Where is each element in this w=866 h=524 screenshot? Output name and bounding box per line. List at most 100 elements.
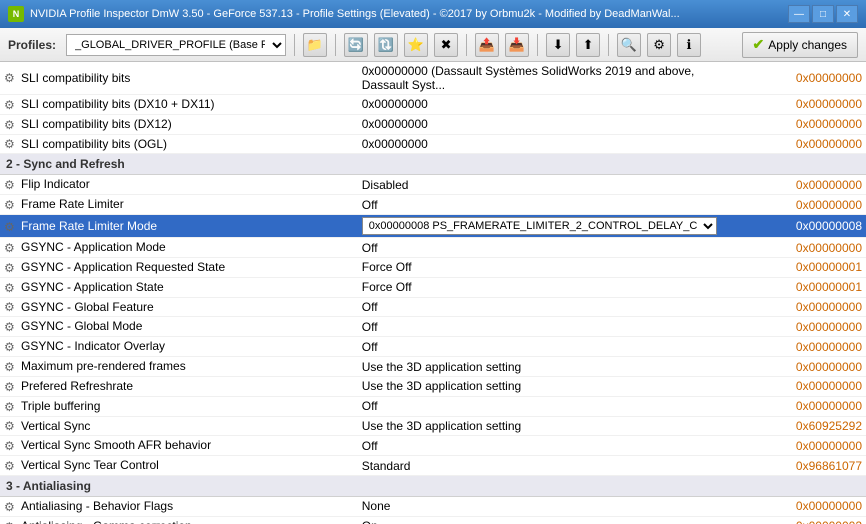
setting-hex-value: 0x00000000 — [740, 376, 866, 396]
setting-hex-value: 0x00000002 — [740, 516, 866, 524]
settings-scroll-area[interactable]: ⚙SLI compatibility bits0x00000000 (Dassa… — [0, 62, 866, 524]
setting-hex-value: 0x00000000 — [740, 195, 866, 215]
setting-hex-value: 0x00000000 — [740, 95, 866, 115]
gear-icon: ⚙ — [4, 300, 18, 314]
setting-name-cell: ⚙GSYNC - Global Mode — [0, 317, 358, 337]
window-title: NVIDIA Profile Inspector DmW 3.50 - GeFo… — [30, 8, 680, 20]
setting-value-cell: Off — [358, 297, 740, 317]
sync-button[interactable]: 🔃 — [374, 33, 398, 57]
setting-name: SLI compatibility bits (OGL) — [21, 137, 167, 151]
maximize-button[interactable]: □ — [812, 5, 834, 23]
setting-value-cell[interactable]: 0x00000008 PS_FRAMERATE_LIMITER_2_CONTRO… — [358, 215, 740, 238]
setting-name-cell: ⚙Prefered Refreshrate — [0, 376, 358, 396]
setting-name: SLI compatibility bits — [21, 71, 130, 85]
export-button[interactable]: 📤 — [475, 33, 499, 57]
setting-hex-value: 0x00000000 — [740, 497, 866, 517]
setting-name-cell: ⚙GSYNC - Application State — [0, 277, 358, 297]
gear-icon: ⚙ — [4, 500, 18, 514]
setting-hex-value: 0x00000000 — [740, 357, 866, 377]
setting-name: Maximum pre-rendered frames — [21, 359, 186, 373]
setting-name: Frame Rate Limiter Mode — [21, 219, 157, 233]
refresh-button[interactable]: 🔄 — [344, 33, 368, 57]
table-row[interactable]: ⚙Prefered RefreshrateUse the 3D applicat… — [0, 376, 866, 396]
window-controls: — □ ✕ — [788, 5, 858, 23]
table-row[interactable]: ⚙SLI compatibility bits (DX12)0x00000000… — [0, 114, 866, 134]
table-row[interactable]: ⚙GSYNC - Global ModeOff0x00000000 — [0, 317, 866, 337]
setting-name-cell: ⚙SLI compatibility bits (OGL) — [0, 134, 358, 154]
setting-name-cell: ⚙Antialiasing - Behavior Flags — [0, 497, 358, 517]
toolbar: Profiles: _GLOBAL_DRIVER_PROFILE (Base P… — [0, 28, 866, 62]
setting-name: Prefered Refreshrate — [21, 379, 133, 393]
table-row[interactable]: ⚙Vertical SyncUse the 3D application set… — [0, 416, 866, 436]
setting-name: GSYNC - Indicator Overlay — [21, 339, 165, 353]
setting-hex-value: 0x00000000 — [740, 114, 866, 134]
settings-button[interactable]: ⚙ — [647, 33, 671, 57]
table-row[interactable]: ⚙Antialiasing - Behavior FlagsNone0x0000… — [0, 497, 866, 517]
profile-select[interactable]: _GLOBAL_DRIVER_PROFILE (Base Profile) — [66, 34, 286, 56]
setting-value-cell: Force Off — [358, 257, 740, 277]
setting-value-cell: Disabled — [358, 175, 740, 195]
gear-icon: ⚙ — [4, 178, 18, 192]
setting-hex-value: 0x00000000 — [740, 134, 866, 154]
setting-name: Antialiasing - Gamma correction — [21, 519, 192, 524]
setting-hex-value: 0x60925292 — [740, 416, 866, 436]
setting-name: Triple buffering — [21, 399, 100, 413]
setting-hex-value: 0x00000000 — [740, 175, 866, 195]
folder-open-button[interactable]: 📁 — [303, 33, 327, 57]
setting-hex-value: 0x00000001 — [740, 257, 866, 277]
table-row[interactable]: ⚙Frame Rate Limiter Mode0x00000008 PS_FR… — [0, 215, 866, 238]
setting-hex-value: 0x00000000 — [740, 297, 866, 317]
star-button[interactable]: ⭐ — [404, 33, 428, 57]
minimize-button[interactable]: — — [788, 5, 810, 23]
setting-value-cell: Off — [358, 396, 740, 416]
up-button[interactable]: ⬆ — [576, 33, 600, 57]
separator-4 — [537, 34, 538, 56]
table-row[interactable]: ⚙Maximum pre-rendered framesUse the 3D a… — [0, 357, 866, 377]
setting-name-cell: ⚙Triple buffering — [0, 396, 358, 416]
setting-name-cell: ⚙GSYNC - Global Feature — [0, 297, 358, 317]
setting-name-cell: ⚙SLI compatibility bits (DX10 + DX11) — [0, 95, 358, 115]
settings-table: ⚙SLI compatibility bits0x00000000 (Dassa… — [0, 62, 866, 524]
setting-name-cell: ⚙Maximum pre-rendered frames — [0, 357, 358, 377]
setting-name: GSYNC - Application Requested State — [21, 260, 225, 274]
table-row[interactable]: ⚙SLI compatibility bits0x00000000 (Dassa… — [0, 62, 866, 95]
setting-value-cell: 0x00000000 — [358, 114, 740, 134]
gear-icon: ⚙ — [4, 400, 18, 414]
setting-value-cell: Off — [358, 436, 740, 456]
table-row[interactable]: ⚙Frame Rate LimiterOff0x00000000 — [0, 195, 866, 215]
setting-name: Vertical Sync — [21, 419, 90, 433]
down-button[interactable]: ⬇ — [546, 33, 570, 57]
setting-name: Vertical Sync Tear Control — [21, 458, 159, 472]
table-row[interactable]: ⚙SLI compatibility bits (OGL)0x000000000… — [0, 134, 866, 154]
table-row[interactable]: ⚙GSYNC - Application StateForce Off0x000… — [0, 277, 866, 297]
profiles-label: Profiles: — [8, 38, 56, 52]
table-row[interactable]: ⚙GSYNC - Application ModeOff0x00000000 — [0, 238, 866, 258]
apply-changes-button[interactable]: ✔ Apply changes — [742, 32, 858, 58]
table-row[interactable]: ⚙SLI compatibility bits (DX10 + DX11) 0x0… — [0, 95, 866, 115]
import-button[interactable]: 📥 — [505, 33, 529, 57]
gear-icon: ⚙ — [4, 360, 18, 374]
table-row[interactable]: ⚙Antialiasing - Gamma correctionOn0x0000… — [0, 516, 866, 524]
table-row[interactable]: ⚙Vertical Sync Smooth AFR behaviorOff0x0… — [0, 436, 866, 456]
setting-value-cell: Off — [358, 195, 740, 215]
close-button[interactable]: ✕ — [836, 5, 858, 23]
table-row[interactable]: ⚙Flip Indicator Disabled0x00000000 — [0, 175, 866, 195]
table-row[interactable]: ⚙GSYNC - Indicator OverlayOff0x00000000 — [0, 337, 866, 357]
setting-name: Flip Indicator — [21, 177, 90, 191]
table-row[interactable]: ⚙Vertical Sync Tear ControlStandard0x968… — [0, 456, 866, 476]
filter-button[interactable]: 🔍 — [617, 33, 641, 57]
setting-value-cell: Off — [358, 337, 740, 357]
setting-value-dropdown[interactable]: 0x00000008 PS_FRAMERATE_LIMITER_2_CONTRO… — [362, 217, 717, 235]
setting-hex-value: 0x00000000 — [740, 317, 866, 337]
table-row[interactable]: ⚙GSYNC - Application Requested StateForc… — [0, 257, 866, 277]
setting-hex-value: 0x00000008 — [740, 215, 866, 238]
table-row[interactable]: ⚙GSYNC - Global FeatureOff0x00000000 — [0, 297, 866, 317]
gear-icon: ⚙ — [4, 198, 18, 212]
setting-hex-value: 0x00000000 — [740, 436, 866, 456]
setting-name: Antialiasing - Behavior Flags — [21, 499, 173, 513]
delete-button[interactable]: ✖ — [434, 33, 458, 57]
gear-icon: ⚙ — [4, 320, 18, 334]
setting-name-cell: ⚙GSYNC - Application Requested State — [0, 257, 358, 277]
info-button[interactable]: ℹ — [677, 33, 701, 57]
table-row[interactable]: ⚙Triple bufferingOff0x00000000 — [0, 396, 866, 416]
